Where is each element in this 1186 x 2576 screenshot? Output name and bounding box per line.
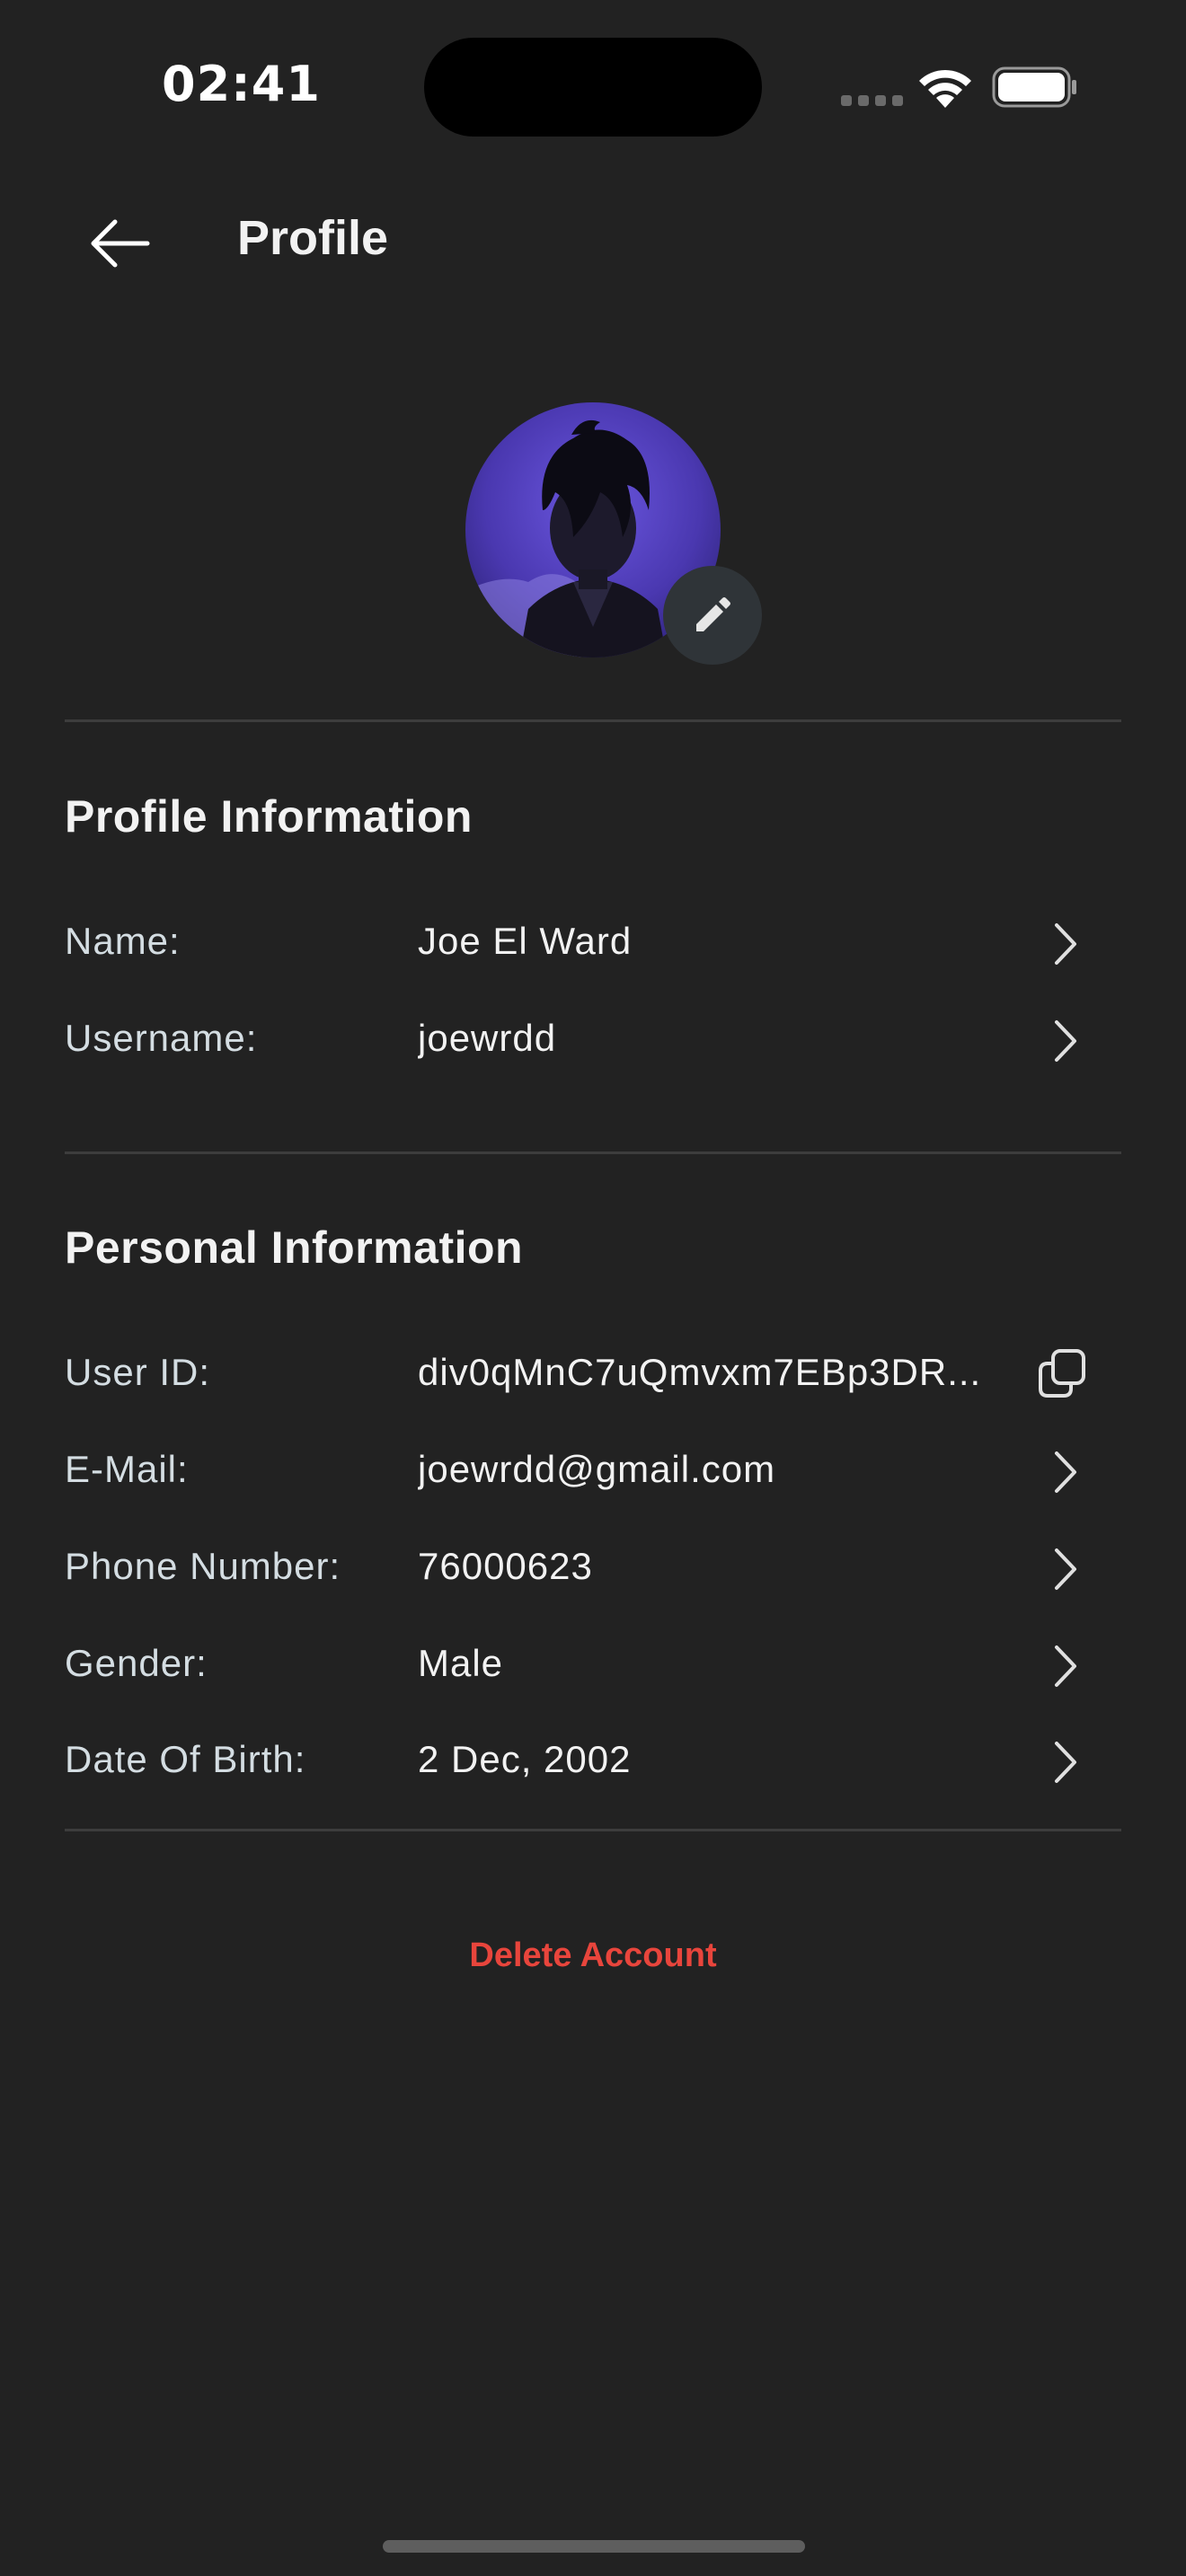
personal-row-user-id: User ID: div0qMnC7uQmvxm7EBp3DR... [65, 1329, 1121, 1419]
chevron-right-icon [1055, 1548, 1076, 1590]
row-label: Gender: [65, 1642, 208, 1684]
copy-icon[interactable] [1037, 1347, 1087, 1399]
wifi-icon [919, 69, 971, 108]
chevron-right-icon [1055, 1645, 1076, 1687]
chevron-right-icon [1055, 1742, 1076, 1783]
row-value: 2 Dec, 2002 [418, 1738, 632, 1780]
row-label: Phone Number: [65, 1545, 341, 1587]
row-label: Name: [65, 920, 181, 962]
profile-row-name[interactable]: Name: Joe El Ward [65, 898, 1121, 988]
cellular-signal-icon [841, 95, 904, 106]
chevron-right-icon [1055, 1020, 1076, 1062]
row-label: E-Mail: [65, 1448, 189, 1490]
row-value: Male [418, 1642, 504, 1684]
battery-icon [992, 66, 1076, 108]
dynamic-island [424, 38, 762, 137]
personal-row-gender[interactable]: Gender: Male [65, 1620, 1121, 1710]
row-label: Username: [65, 1017, 258, 1059]
status-bar: 02:41 [0, 0, 1186, 171]
personal-row-phone[interactable]: Phone Number: 76000623 [65, 1523, 1121, 1613]
row-value: joewrdd@gmail.com [418, 1448, 776, 1490]
home-indicator[interactable] [383, 2540, 805, 2553]
profile-information-title: Profile Information [65, 791, 473, 842]
status-time: 02:41 [162, 56, 321, 112]
header-bar: Profile [0, 180, 1186, 305]
divider [65, 719, 1121, 722]
pencil-icon [696, 597, 730, 631]
row-value: 76000623 [418, 1545, 593, 1587]
personal-row-date-of-birth[interactable]: Date Of Birth: 2 Dec, 2002 [65, 1716, 1121, 1806]
row-label: Date Of Birth: [65, 1738, 306, 1780]
arrow-left-icon [91, 219, 150, 268]
back-button[interactable] [83, 212, 155, 275]
avatar-container [465, 402, 762, 672]
chevron-right-icon [1055, 1451, 1076, 1493]
row-value: Joe El Ward [418, 920, 633, 962]
personal-row-email[interactable]: E-Mail: joewrdd@gmail.com [65, 1426, 1121, 1516]
divider [65, 1151, 1121, 1154]
divider [65, 1829, 1121, 1831]
page-title: Profile [237, 211, 389, 265]
profile-row-username[interactable]: Username: joewrdd [65, 995, 1121, 1085]
delete-account-button[interactable]: Delete Account [0, 1936, 1186, 1975]
row-value: joewrdd [418, 1017, 557, 1059]
edit-avatar-button[interactable] [663, 566, 762, 665]
row-label: User ID: [65, 1351, 211, 1393]
personal-information-title: Personal Information [65, 1222, 524, 1273]
row-value: div0qMnC7uQmvxm7EBp3DR... [418, 1351, 982, 1393]
chevron-right-icon [1055, 923, 1076, 965]
